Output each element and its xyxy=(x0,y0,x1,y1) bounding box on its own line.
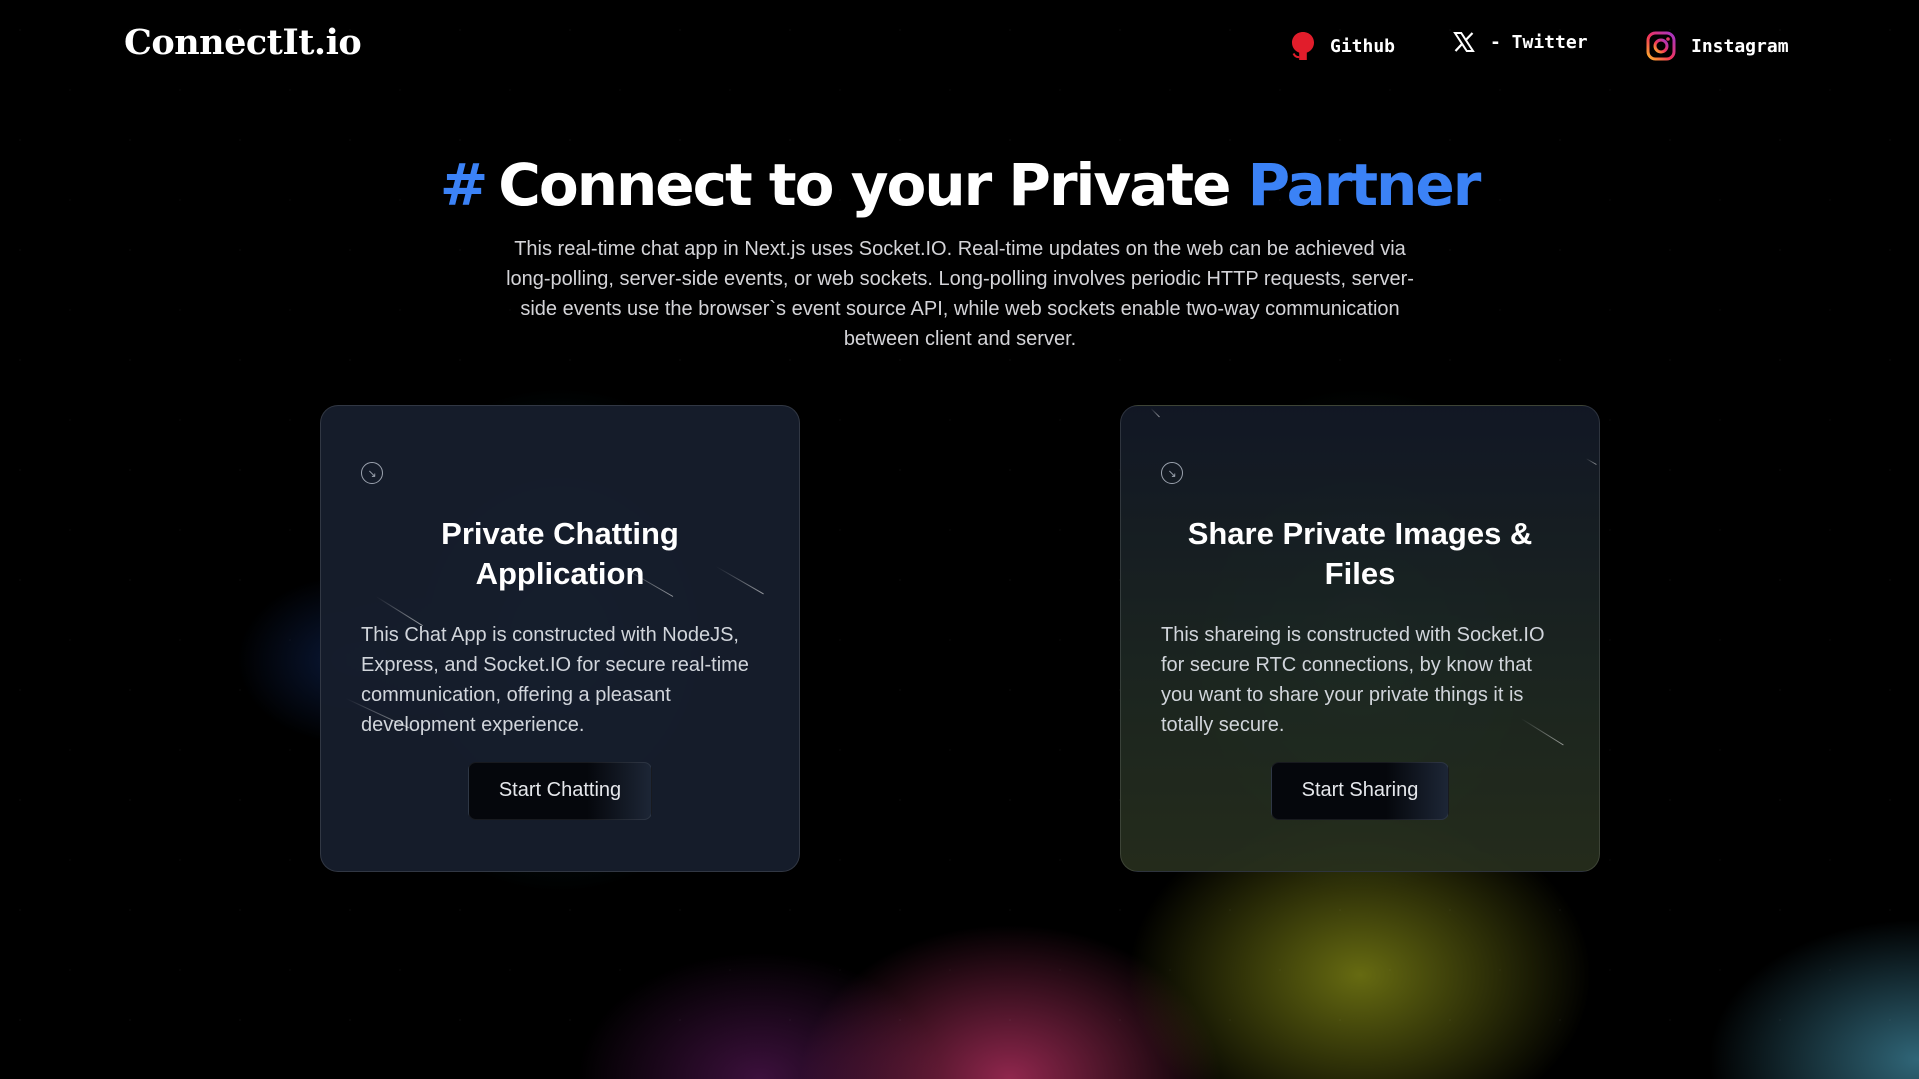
x-icon xyxy=(1452,30,1476,54)
instagram-label: Instagram xyxy=(1691,35,1789,57)
github-label: Github xyxy=(1330,35,1396,57)
github-link[interactable]: Github xyxy=(1290,30,1395,62)
instagram-icon xyxy=(1645,30,1677,62)
card-title: Share Private Images & Files xyxy=(1187,516,1533,591)
card-description: This Chat App is constructed with NodeJS… xyxy=(361,623,749,736)
card-description: This shareing is constructed with Socket… xyxy=(1161,623,1545,736)
github-icon xyxy=(1290,30,1316,62)
hash-symbol: # xyxy=(439,150,489,219)
instagram-link[interactable]: Instagram xyxy=(1645,30,1789,62)
hero-description: This real-time chat app in Next.js uses … xyxy=(506,238,1414,350)
arrow-down-right-icon: ↘ xyxy=(361,462,383,484)
top-nav: ConnectIt.io Github - Twitter Instagram xyxy=(0,0,1919,96)
card-share-files: ↘ Share Private Images & Files This shar… xyxy=(1120,405,1600,872)
site-logo[interactable]: ConnectIt.io xyxy=(124,22,362,63)
card-title: Private Chatting Application xyxy=(441,516,679,591)
twitter-link[interactable]: - Twitter xyxy=(1452,30,1588,54)
hero-title-text: Connect to your Private xyxy=(498,150,1231,219)
decorative-streak xyxy=(1585,458,1597,465)
hero-title-accent: Partner xyxy=(1247,150,1482,219)
twitter-label: - Twitter xyxy=(1490,31,1588,53)
start-sharing-button[interactable]: Start Sharing xyxy=(1270,761,1450,820)
arrow-down-right-icon: ↘ xyxy=(1161,462,1183,484)
hero-title: # Connect to your Private Partner xyxy=(0,151,1919,219)
start-chatting-button[interactable]: Start Chatting xyxy=(467,761,653,820)
decorative-streak xyxy=(1150,408,1160,418)
card-private-chat: ↘ Private Chatting Application This Chat… xyxy=(320,405,800,872)
